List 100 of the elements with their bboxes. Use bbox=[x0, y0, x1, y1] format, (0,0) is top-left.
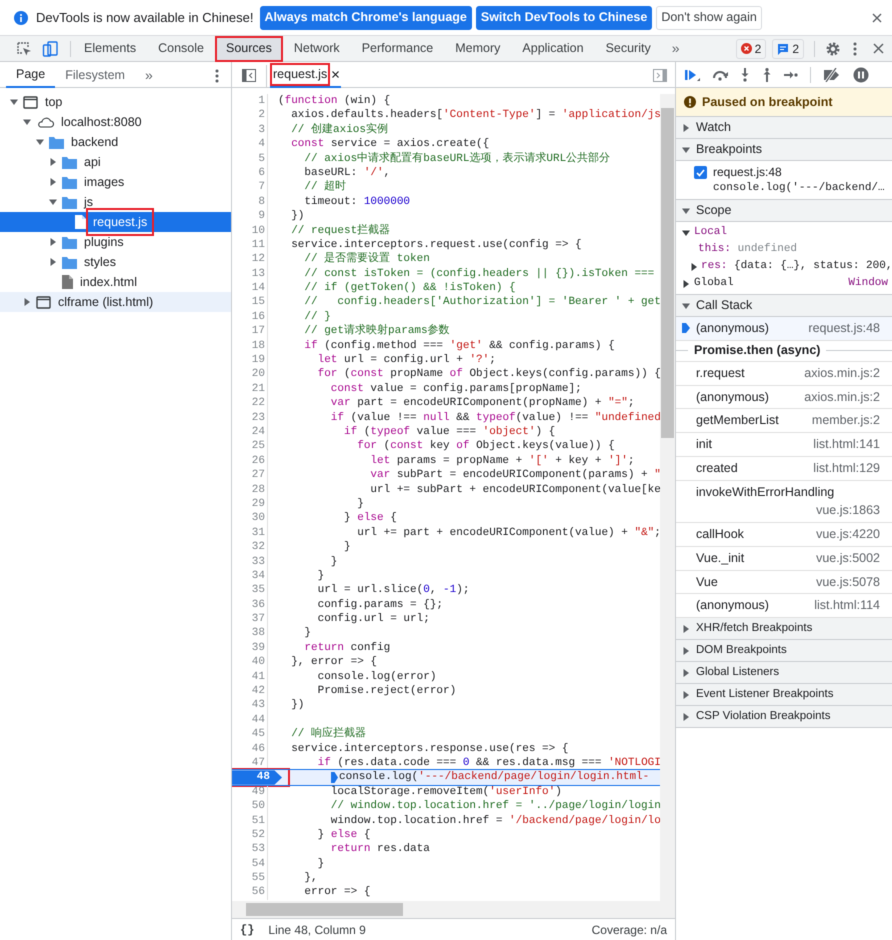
navigator-tab[interactable]: Page bbox=[6, 64, 56, 88]
section-header[interactable]: DOM Breakpoints bbox=[676, 640, 892, 662]
call-frame[interactable]: Vue vue.js:5078 bbox=[676, 570, 892, 594]
expanded-triangle-icon[interactable] bbox=[23, 118, 31, 126]
sidebar-toggle-icon[interactable] bbox=[242, 69, 256, 82]
code-line: console.log(error) bbox=[316, 670, 436, 684]
sidebar-toggle-icon[interactable] bbox=[653, 69, 667, 82]
tree-item[interactable]: images bbox=[0, 172, 231, 192]
scope-item[interactable]: Local bbox=[676, 224, 892, 241]
section-header[interactable]: Event Listener Breakpoints bbox=[676, 684, 892, 706]
tree-item[interactable]: api bbox=[0, 152, 231, 172]
section-header[interactable]: Call Stack bbox=[676, 295, 892, 317]
tree-item[interactable]: top bbox=[0, 92, 231, 112]
inspect-icon[interactable] bbox=[16, 40, 32, 56]
resume-icon[interactable] bbox=[684, 68, 700, 82]
language-button[interactable]: Always match Chrome's language bbox=[260, 6, 472, 30]
expanded-triangle-icon[interactable] bbox=[36, 138, 44, 146]
collapsed-triangle-icon[interactable] bbox=[49, 258, 57, 266]
tree-item[interactable]: backend bbox=[0, 132, 231, 152]
more-options-icon[interactable] bbox=[853, 42, 857, 56]
line-number: 21 bbox=[232, 382, 268, 396]
section-header[interactable]: Watch bbox=[676, 117, 892, 139]
file-tab[interactable]: request.js bbox=[270, 64, 342, 88]
expanded-triangle-icon[interactable] bbox=[49, 198, 57, 206]
step-icon[interactable] bbox=[784, 70, 798, 80]
tree-item[interactable]: clframe (list.html) bbox=[0, 292, 231, 312]
collapsed-triangle-icon[interactable] bbox=[682, 624, 690, 632]
tree-item[interactable]: js bbox=[0, 192, 231, 212]
horizontal-scrollbar[interactable] bbox=[232, 901, 675, 918]
close-icon[interactable] bbox=[332, 71, 340, 78]
settings-icon[interactable] bbox=[825, 40, 841, 56]
section-header[interactable]: Breakpoints bbox=[676, 139, 892, 161]
step-out-icon[interactable] bbox=[762, 68, 772, 82]
collapsed-triangle-icon[interactable] bbox=[23, 298, 31, 306]
error-count-button[interactable]: 2 bbox=[736, 38, 766, 58]
collapsed-triangle-icon[interactable] bbox=[49, 238, 57, 246]
panel-tab[interactable]: Network bbox=[282, 36, 351, 62]
code-line: timeout: 1000000 bbox=[303, 194, 410, 210]
navigator-tab[interactable]: Filesystem bbox=[55, 64, 135, 88]
call-frame[interactable]: (anonymous) request.js:48 bbox=[676, 317, 892, 341]
pause-exceptions-icon[interactable] bbox=[853, 66, 869, 82]
line-number: 14 bbox=[232, 281, 268, 296]
panel-tab[interactable]: Memory bbox=[444, 36, 512, 62]
panel-tab[interactable]: Application bbox=[511, 36, 595, 62]
collapsed-triangle-icon[interactable] bbox=[682, 124, 690, 132]
tree-item[interactable]: localhost:8080 bbox=[0, 112, 231, 132]
line-number: 42 bbox=[232, 684, 268, 698]
panel-tab[interactable]: Sources bbox=[214, 36, 283, 62]
tree-item[interactable]: index.html bbox=[0, 272, 231, 292]
section-header[interactable]: CSP Violation Breakpoints bbox=[676, 706, 892, 728]
code-line: config.url = url; bbox=[316, 612, 430, 626]
vertical-scrollbar[interactable] bbox=[660, 94, 675, 901]
code-line: service.interceptors.response.use(res => { bbox=[290, 742, 568, 756]
code-line: }) bbox=[290, 209, 304, 224]
collapsed-triangle-icon[interactable] bbox=[682, 280, 690, 288]
folder-icon bbox=[62, 236, 77, 248]
expanded-triangle-icon[interactable] bbox=[682, 228, 690, 236]
collapsed-triangle-icon[interactable] bbox=[682, 712, 690, 720]
breakpoint-line-number[interactable]: 48 bbox=[232, 770, 282, 785]
language-button[interactable]: Switch DevTools to Chinese bbox=[476, 6, 652, 30]
panel-tab[interactable]: Elements bbox=[73, 36, 148, 62]
panel-tab[interactable]: Console bbox=[147, 36, 215, 62]
line-number: 10 bbox=[232, 224, 268, 238]
line-number: 26 bbox=[232, 454, 268, 468]
section-header[interactable]: Scope bbox=[676, 200, 892, 222]
scope-entry[interactable]: res: {data: {…}, status: 200, bbox=[701, 258, 892, 275]
collapsed-triangle-icon[interactable] bbox=[682, 646, 690, 654]
tree-item[interactable]: styles bbox=[0, 252, 231, 272]
more-options-icon[interactable] bbox=[215, 68, 219, 82]
device-icon[interactable] bbox=[42, 40, 58, 56]
expanded-triangle-icon[interactable] bbox=[682, 206, 690, 214]
panel-tab[interactable]: Performance bbox=[350, 36, 444, 62]
expanded-triangle-icon[interactable] bbox=[10, 98, 18, 106]
scope-item[interactable]: Global Window bbox=[676, 275, 892, 292]
expanded-triangle-icon[interactable] bbox=[682, 146, 690, 154]
code-line: for (const propName of Object.keys(config.params)) { bbox=[316, 367, 660, 382]
dismiss-button[interactable]: Don't show again bbox=[656, 6, 762, 30]
call-frame[interactable]: (anonymous) axios.min.js:2 bbox=[676, 386, 892, 410]
call-frame[interactable]: invokeWithErrorHandling vue.js:1863 bbox=[676, 480, 892, 523]
line-number: 15 bbox=[232, 295, 268, 310]
step-over-icon[interactable] bbox=[712, 68, 728, 80]
breakpoint-checkbox[interactable] bbox=[694, 166, 707, 179]
tree-item[interactable]: plugins bbox=[0, 232, 231, 252]
collapsed-triangle-icon[interactable] bbox=[690, 262, 698, 270]
collapsed-triangle-icon[interactable] bbox=[49, 158, 57, 166]
code-line: // if (getToken() && !isToken) { bbox=[303, 281, 516, 296]
expanded-triangle-icon[interactable] bbox=[682, 302, 690, 310]
collapsed-triangle-icon[interactable] bbox=[682, 690, 690, 698]
collapsed-triangle-icon[interactable] bbox=[49, 178, 57, 186]
pretty-print-button[interactable]: {} bbox=[240, 920, 254, 938]
step-into-icon[interactable] bbox=[740, 68, 750, 82]
close-icon[interactable] bbox=[872, 12, 882, 22]
deactivate-breakpoints-icon[interactable] bbox=[823, 68, 841, 82]
more-tabs-button[interactable]: » bbox=[662, 38, 690, 59]
collapsed-triangle-icon[interactable] bbox=[682, 668, 690, 676]
more-tabs-button[interactable]: » bbox=[134, 65, 163, 86]
section-header[interactable]: Global Listeners bbox=[676, 662, 892, 684]
panel-tab[interactable]: Security bbox=[594, 36, 662, 62]
section-header[interactable]: XHR/fetch Breakpoints bbox=[676, 618, 892, 640]
message-count-button[interactable]: 2 bbox=[772, 38, 804, 58]
